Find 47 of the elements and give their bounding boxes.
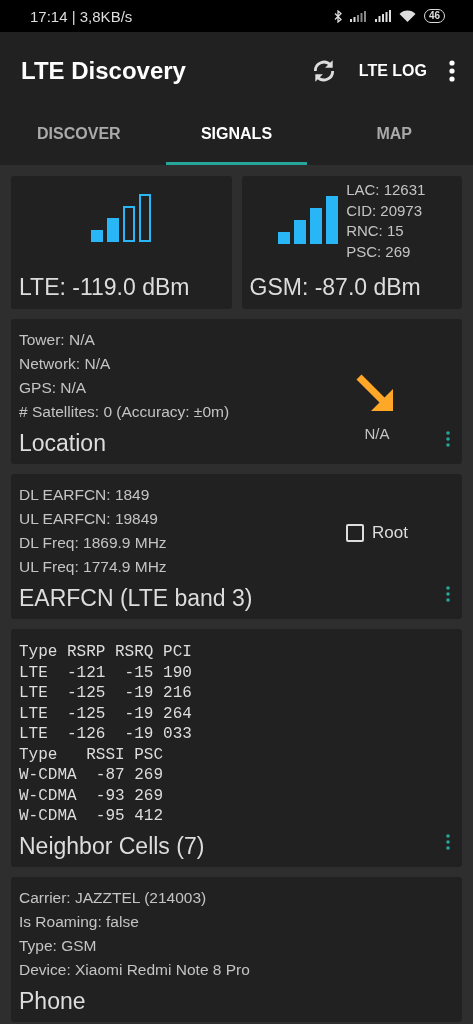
signal-icon <box>349 10 366 22</box>
card-title: Phone <box>19 987 87 1015</box>
checkbox[interactable] <box>346 523 365 542</box>
info-line: Type: GSM <box>19 935 98 956</box>
signal-strength-icon <box>278 194 339 244</box>
info-line: Carrier: JAZZTEL (214003) <box>19 887 208 908</box>
info-line: UL EARFCN: 19849 <box>19 509 159 529</box>
info-line: Is Roaming: false <box>19 911 140 932</box>
cell-detail: PSC: 269 <box>346 241 412 262</box>
tab[interactable]: DISCOVER <box>8 110 150 165</box>
card-title: EARFCN (LTE band 3) <box>19 585 254 612</box>
info-line: UL Freq: 1774.9 MHz <box>19 557 168 577</box>
app-title: LTE Discovery <box>21 57 187 85</box>
table-row-text: LTE -125 -19 216 <box>19 683 193 704</box>
info-line: # Satellites: 0 (Accuracy: ±0m) <box>19 402 231 422</box>
table-row-text: LTE -126 -19 033 <box>19 724 193 745</box>
info-line: Network: N/A <box>19 354 112 374</box>
menu-icon[interactable] <box>449 60 455 82</box>
table-row-text: Type RSRP RSRQ PCI <box>19 642 193 663</box>
info-line: DL EARFCN: 1849 <box>19 485 151 505</box>
lte-log-button[interactable]: LTE LOG <box>358 62 427 80</box>
signal-icon <box>373 10 391 22</box>
info-line: Tower: N/A <box>19 330 96 350</box>
info-line: DL Freq: 1869.9 MHz <box>19 533 168 553</box>
card-title: Neighbor Cells (7) <box>19 832 206 860</box>
table-row-text: W-CDMA -95 412 <box>19 806 165 827</box>
cell-detail: LAC: 12631 <box>346 180 426 200</box>
table-row-text: LTE -125 -19 264 <box>19 703 193 724</box>
wifi-icon <box>398 9 416 23</box>
cell-detail: RNC: 15 <box>346 221 405 241</box>
table-row-text: W-CDMA -87 269 <box>19 765 165 786</box>
signal-reading: GSM: -87.0 dBm <box>249 274 422 301</box>
tab[interactable]: SIGNALS <box>165 110 308 165</box>
cell-detail: CID: 20973 <box>346 200 423 221</box>
card-title: Location <box>19 430 107 457</box>
info-line: GPS: N/A <box>19 378 88 398</box>
signal-strength-icon <box>91 192 152 242</box>
info-line: Device: Xiaomi Redmi Note 8 Pro <box>19 959 251 980</box>
direction-value: N/A <box>364 425 390 442</box>
root-checkbox[interactable]: Root <box>346 522 408 543</box>
status-text: 17:14 | 3,8KB/s <box>30 7 133 25</box>
bluetooth-icon <box>333 9 342 23</box>
table-row-text: LTE -121 -15 190 <box>19 662 193 683</box>
signal-reading: LTE: -119.0 dBm <box>19 274 191 301</box>
tab[interactable]: MAP <box>323 110 465 165</box>
table-row-text: Type RSSI PSC <box>19 744 165 765</box>
table-row-text: W-CDMA -93 269 <box>19 785 165 806</box>
